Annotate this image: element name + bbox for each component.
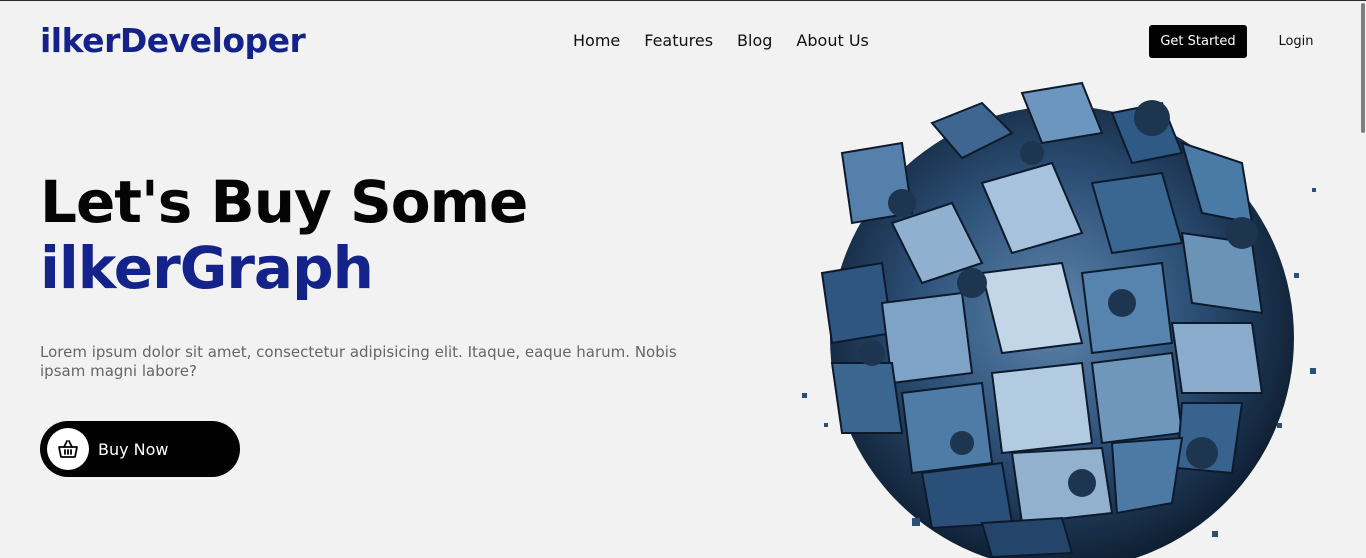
basket-icon bbox=[47, 428, 89, 470]
nav-home-link[interactable]: Home bbox=[573, 31, 620, 50]
login-button[interactable]: Login bbox=[1265, 25, 1327, 58]
nav-blog-link[interactable]: Blog bbox=[737, 31, 772, 50]
hero-description: Lorem ipsum dolor sit amet, consectetur … bbox=[40, 343, 677, 380]
nav-features-link[interactable]: Features bbox=[644, 31, 713, 50]
get-started-button[interactable]: Get Started bbox=[1149, 25, 1247, 58]
hero-title-line2: ilkerGraph bbox=[40, 234, 374, 302]
scrollbar-thumb[interactable] bbox=[1361, 3, 1365, 133]
buy-now-button[interactable]: Buy Now bbox=[40, 421, 240, 477]
scrollbar[interactable] bbox=[1360, 1, 1366, 558]
landing-page: ilkerDeveloper Home Features Blog About … bbox=[0, 0, 1366, 558]
hero-title: Let's Buy Some ilkerGraph bbox=[40, 168, 528, 302]
logo[interactable]: ilkerDeveloper bbox=[40, 21, 306, 60]
hero-title-line1: Let's Buy Some bbox=[40, 168, 528, 236]
buy-now-label: Buy Now bbox=[98, 439, 169, 459]
nav-about-us-link[interactable]: About Us bbox=[796, 31, 868, 50]
hero-illustration bbox=[802, 81, 1316, 558]
main-nav: Home Features Blog About Us bbox=[573, 31, 869, 50]
